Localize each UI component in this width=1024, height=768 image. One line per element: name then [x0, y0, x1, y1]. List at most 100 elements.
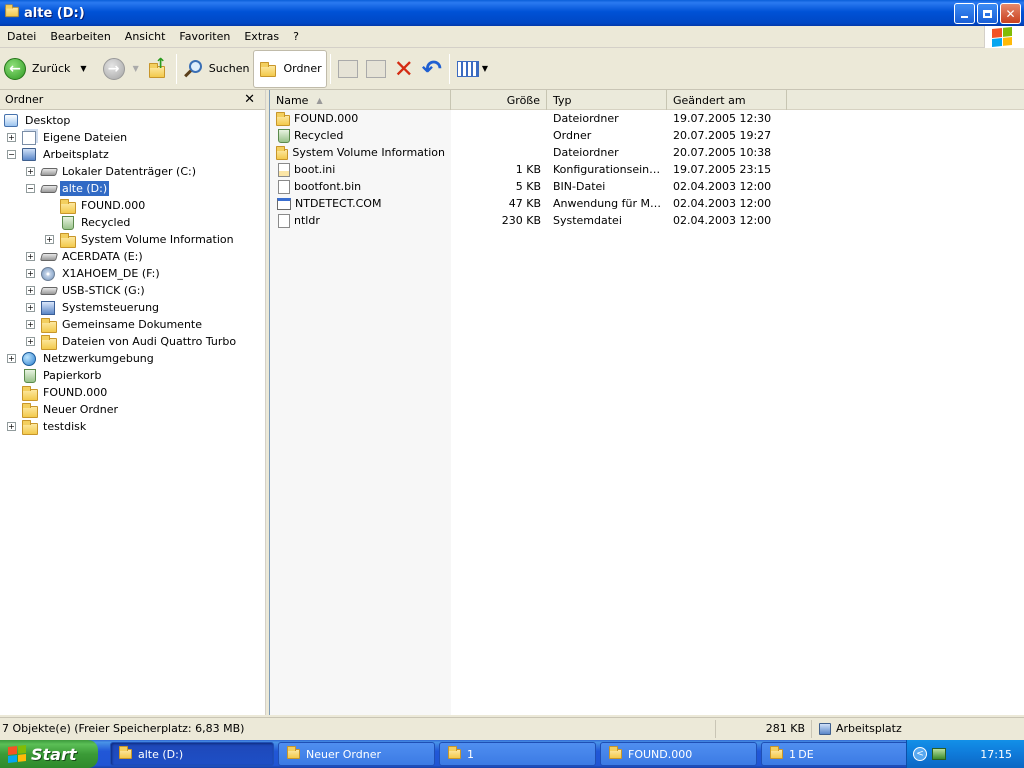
- column-header-modified[interactable]: Geändert am: [667, 90, 787, 110]
- menu-favoriten[interactable]: Favoriten: [172, 30, 237, 43]
- folder-icon: [770, 746, 783, 759]
- tree-item[interactable]: + Netzwerkumgebung: [0, 350, 265, 367]
- file-name-cell[interactable]: bootfont.bin: [270, 179, 451, 194]
- file-list: FOUND.000 Dateiordner 19.07.2005 12:30 Recy…: [270, 110, 1024, 229]
- file-row[interactable]: NTDETECT.COM 47 KB Anwendung für MS-... 02.…: [270, 195, 1024, 212]
- tree-item[interactable]: − Arbeitsplatz: [0, 146, 265, 163]
- file-type: Ordner: [553, 129, 592, 142]
- title-bar[interactable]: alte (D:) ✕: [0, 0, 1024, 26]
- tree-item[interactable]: − alte (D:): [0, 180, 265, 197]
- expand-icon[interactable]: +: [45, 235, 54, 244]
- file-name-cell[interactable]: Recycled: [270, 128, 451, 143]
- copy-to-icon: [365, 59, 386, 78]
- tree-item[interactable]: Recycled: [0, 214, 265, 231]
- safely-remove-hardware-icon[interactable]: [932, 748, 946, 760]
- tree-item[interactable]: + System Volume Information: [0, 231, 265, 248]
- back-button[interactable]: ← Zurück ▼: [0, 51, 91, 87]
- tree-item[interactable]: FOUND.000: [0, 384, 265, 401]
- expand-icon[interactable]: +: [26, 303, 35, 312]
- column-modified-label: Geändert am: [673, 93, 746, 107]
- move-to-button[interactable]: [334, 51, 362, 87]
- file-name-cell[interactable]: boot.ini: [270, 162, 451, 177]
- windows-logo-icon: [984, 26, 1024, 48]
- file-name-cell[interactable]: System Volume Information: [270, 145, 451, 160]
- taskbar-item-alte-d[interactable]: alte (D:): [110, 742, 274, 766]
- back-dropdown-icon[interactable]: ▼: [80, 64, 86, 73]
- views-dropdown-icon[interactable]: ▼: [482, 64, 488, 73]
- file-row[interactable]: Recycled Ordner 20.07.2005 19:27: [270, 127, 1024, 144]
- views-button[interactable]: ▼: [453, 51, 492, 87]
- tree-item[interactable]: + Dateien von Audi Quattro Turbo: [0, 333, 265, 350]
- tree-item[interactable]: + Systemsteuerung: [0, 299, 265, 316]
- collapse-icon[interactable]: −: [26, 184, 35, 193]
- tree-item[interactable]: + ACERDATA (E:): [0, 248, 265, 265]
- tree-item[interactable]: Neuer Ordner: [0, 401, 265, 418]
- expand-icon[interactable]: +: [7, 354, 16, 363]
- tree-item[interactable]: + Gemeinsame Dokumente: [0, 316, 265, 333]
- menu-bearbeiten[interactable]: Bearbeiten: [43, 30, 117, 43]
- close-button[interactable]: ✕: [1000, 3, 1021, 24]
- forward-button[interactable]: → ▼: [99, 51, 143, 87]
- tree-item-label: Papierkorb: [43, 369, 102, 382]
- tree-item[interactable]: FOUND.000: [0, 197, 265, 214]
- file-name-cell[interactable]: FOUND.000: [270, 111, 451, 126]
- folder-icon: [119, 746, 132, 759]
- file-row[interactable]: System Volume Information Dateiordner 20.0…: [270, 144, 1024, 161]
- show-hidden-icons-icon[interactable]: <: [913, 747, 927, 761]
- file-row[interactable]: ntldr 230 KB Systemdatei 02.04.2003 12:00: [270, 212, 1024, 229]
- file-size: 1 KB: [515, 163, 541, 176]
- folder-tree-pane: Ordner ✕ Desktop + Eigene Dateien − Arbeitsp…: [0, 90, 266, 715]
- taskbar-item-found[interactable]: FOUND.000: [600, 742, 757, 766]
- search-button[interactable]: Suchen: [180, 51, 254, 87]
- close-pane-icon[interactable]: ✕: [244, 92, 255, 107]
- menu-help[interactable]: ?: [286, 30, 306, 43]
- start-button[interactable]: Start: [0, 740, 98, 768]
- expand-icon[interactable]: +: [26, 337, 35, 346]
- undo-button[interactable]: ↶: [418, 51, 446, 87]
- expand-icon[interactable]: +: [26, 286, 35, 295]
- tree-item[interactable]: Papierkorb: [0, 367, 265, 384]
- forward-dropdown-icon[interactable]: ▼: [133, 64, 139, 73]
- up-button[interactable]: ↑: [143, 51, 173, 87]
- delete-button[interactable]: ✕: [390, 51, 418, 87]
- views-icon: [456, 60, 479, 77]
- tree-item[interactable]: + Eigene Dateien: [0, 129, 265, 146]
- clock[interactable]: 17:15: [980, 748, 1012, 761]
- menu-datei[interactable]: Datei: [0, 30, 43, 43]
- taskbar-item-neuer-ordner[interactable]: Neuer Ordner: [278, 742, 435, 766]
- copy-to-button[interactable]: [362, 51, 390, 87]
- expand-icon[interactable]: +: [26, 320, 35, 329]
- taskbar-item-label: 1: [467, 747, 474, 761]
- system-tray: DE < 17:15: [798, 740, 1024, 768]
- maximize-button[interactable]: [977, 3, 998, 24]
- column-header-name[interactable]: Name ▲: [270, 90, 451, 110]
- tree-item[interactable]: + USB-STICK (G:): [0, 282, 265, 299]
- file-row[interactable]: FOUND.000 Dateiordner 19.07.2005 12:30: [270, 110, 1024, 127]
- file-type: Systemdatei: [553, 214, 622, 227]
- column-header-type[interactable]: Typ: [547, 90, 667, 110]
- file-row[interactable]: boot.ini 1 KB Konfigurationseinst... 19.07.…: [270, 161, 1024, 178]
- tree-item[interactable]: + testdisk: [0, 418, 265, 435]
- expand-icon[interactable]: +: [26, 167, 35, 176]
- expand-icon[interactable]: +: [26, 252, 35, 261]
- folders-button[interactable]: Ordner: [253, 49, 327, 88]
- language-indicator[interactable]: DE: [791, 740, 821, 768]
- menu-ansicht[interactable]: Ansicht: [118, 30, 173, 43]
- minimize-button[interactable]: [954, 3, 975, 24]
- file-type: Anwendung für MS-...: [553, 197, 667, 210]
- tree-item[interactable]: + Lokaler Datenträger (C:): [0, 163, 265, 180]
- column-header-size[interactable]: Größe: [451, 90, 547, 110]
- expand-icon[interactable]: +: [7, 133, 16, 142]
- tree-item[interactable]: Desktop: [0, 112, 265, 129]
- folder-pane-header: Ordner ✕: [0, 90, 265, 110]
- file-name-cell[interactable]: ntldr: [270, 213, 451, 228]
- menu-extras[interactable]: Extras: [237, 30, 286, 43]
- expand-icon[interactable]: +: [26, 269, 35, 278]
- expand-icon[interactable]: +: [7, 422, 16, 431]
- taskbar-item-1[interactable]: 1: [439, 742, 596, 766]
- file-row[interactable]: bootfont.bin 5 KB BIN-Datei 02.04.2003 12:0…: [270, 178, 1024, 195]
- tree-item[interactable]: + X1AHOEM_DE (F:): [0, 265, 265, 282]
- file-name-cell[interactable]: NTDETECT.COM: [270, 197, 451, 210]
- collapse-icon[interactable]: −: [7, 150, 16, 159]
- taskbar-item-1-second[interactable]: 1: [761, 742, 909, 766]
